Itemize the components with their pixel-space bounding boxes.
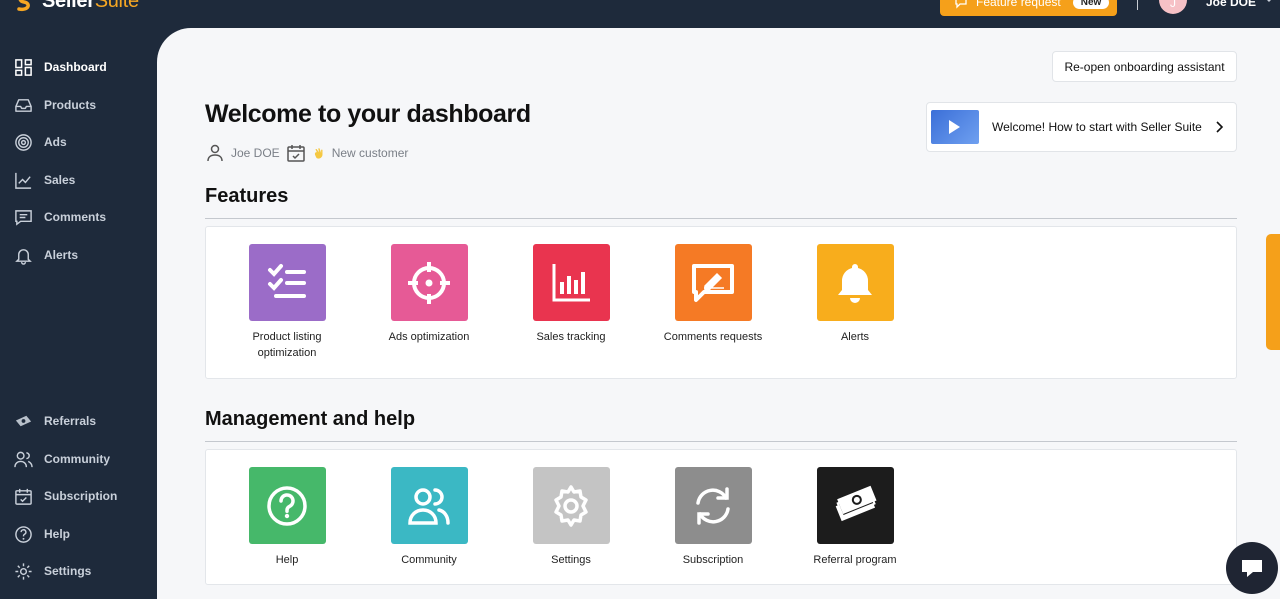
feature-tile-ads[interactable]: Ads optimization xyxy=(358,244,500,345)
management-tile-subscription[interactable]: Subscription xyxy=(642,467,784,568)
tile-label: Product listing optimization xyxy=(252,331,322,359)
sidebar-item-ads[interactable]: Ads xyxy=(0,127,157,157)
sidebar-item-subscription[interactable]: Subscription xyxy=(0,481,157,511)
onboarding-video-card[interactable]: Welcome! How to start with Seller Suite xyxy=(926,102,1237,152)
sidebar-item-label: Settings xyxy=(44,564,92,578)
management-tile-settings[interactable]: Settings xyxy=(500,467,642,568)
wave-hand-icon xyxy=(314,148,323,159)
sidebar-item-label: Ads xyxy=(44,135,67,149)
bell-icon xyxy=(15,248,32,265)
money-stack-icon xyxy=(816,467,894,544)
tile-label: Settings xyxy=(551,554,591,566)
sidebar-item-label: Alerts xyxy=(44,248,79,262)
chat-icon xyxy=(955,0,967,9)
sidebar-item-label: Products xyxy=(44,98,97,112)
tile-label: Alerts xyxy=(840,331,870,343)
management-panel: Help Community Settings Subscription Ref… xyxy=(205,449,1237,585)
sidebar-item-referrals[interactable]: Referrals xyxy=(0,406,157,436)
crosshair-icon xyxy=(390,244,468,321)
comment-icon xyxy=(15,209,32,226)
management-tile-help[interactable]: Help xyxy=(216,467,358,568)
question-icon xyxy=(15,525,32,543)
brand-logo[interactable]: SellerSuite xyxy=(14,0,139,13)
feedback-tab[interactable] xyxy=(1266,234,1280,350)
target-icon xyxy=(15,133,32,151)
reopen-onboarding-button[interactable]: Re-open onboarding assistant xyxy=(1052,51,1237,82)
tile-label: Referral program xyxy=(813,554,897,566)
sidebar-item-help[interactable]: Help xyxy=(0,519,157,549)
users-icon xyxy=(390,467,468,544)
sidebar-item-products[interactable]: Products xyxy=(0,90,157,120)
user-name[interactable]: Joe DOE xyxy=(1206,0,1256,9)
sidebar: Dashboard Products Ads Sales Comments Al… xyxy=(0,28,157,599)
feature-tile-comments[interactable]: Comments requests xyxy=(642,244,784,345)
user-meta: Joe DOE New customer xyxy=(205,143,408,163)
question-icon xyxy=(248,467,326,544)
main-content: Re-open onboarding assistant Welcome to … xyxy=(157,28,1280,599)
customer-status: New customer xyxy=(331,146,409,160)
refresh-icon xyxy=(674,467,752,544)
checklist-icon xyxy=(248,244,326,321)
gear-icon xyxy=(15,562,32,580)
chat-widget-button[interactable] xyxy=(1226,542,1278,594)
calendar-check-icon xyxy=(15,488,32,505)
video-thumbnail xyxy=(931,110,979,144)
play-icon xyxy=(949,120,960,134)
users-icon xyxy=(14,451,33,467)
features-panel: Product listing optimization Ads optimiz… xyxy=(205,226,1237,379)
header-divider xyxy=(1137,0,1138,10)
tile-label: Ads optimization xyxy=(388,331,470,343)
features-divider xyxy=(205,218,1237,219)
tile-label: Community xyxy=(401,554,457,566)
sidebar-item-label: Subscription xyxy=(44,489,118,503)
sidebar-item-settings[interactable]: Settings xyxy=(0,556,157,586)
sidebar-item-label: Comments xyxy=(44,210,107,224)
feature-request-button[interactable]: Feature request New xyxy=(940,0,1117,16)
sidebar-item-label: Sales xyxy=(44,173,76,187)
sidebar-item-alerts[interactable]: Alerts xyxy=(0,240,157,270)
bar-chart-icon xyxy=(532,244,610,321)
bell-icon xyxy=(816,244,894,321)
sidebar-item-sales[interactable]: Sales xyxy=(0,165,157,195)
feature-tile-product-listing[interactable]: Product listing optimization xyxy=(216,244,358,361)
management-divider xyxy=(205,441,1237,442)
page-title: Welcome to your dashboard xyxy=(205,100,531,128)
tile-label: Comments requests xyxy=(663,331,763,343)
feature-request-label: Feature request xyxy=(976,0,1061,9)
money-icon xyxy=(15,415,32,426)
user-icon xyxy=(207,144,223,162)
chevron-right-icon xyxy=(1216,121,1224,133)
avatar[interactable]: J xyxy=(1159,0,1187,14)
management-title: Management and help xyxy=(205,408,416,430)
meta-user-name: Joe DOE xyxy=(231,146,280,160)
chevron-down-icon[interactable] xyxy=(1264,0,1274,4)
sidebar-item-label: Help xyxy=(44,527,71,541)
tile-label: Sales tracking xyxy=(536,331,606,343)
sidebar-item-label: Dashboard xyxy=(44,60,107,74)
management-tile-community[interactable]: Community xyxy=(358,467,500,568)
chat-icon xyxy=(1242,560,1262,577)
edit-comment-icon xyxy=(674,244,752,321)
video-title: Welcome! How to start with Seller Suite xyxy=(992,120,1202,134)
management-tile-referral[interactable]: Referral program xyxy=(784,467,926,568)
calendar-check-icon xyxy=(286,145,305,162)
new-badge: New xyxy=(1072,0,1110,9)
logo-icon xyxy=(17,0,30,11)
inbox-icon xyxy=(15,98,32,112)
sidebar-item-comments[interactable]: Comments xyxy=(0,202,157,232)
line-chart-icon xyxy=(15,172,32,189)
top-bar: SellerSuite Feature request New J Joe DO… xyxy=(0,0,1280,28)
features-title: Features xyxy=(205,185,289,207)
tile-label: Help xyxy=(275,554,299,566)
sidebar-item-label: Referrals xyxy=(44,414,97,428)
sidebar-item-label: Community xyxy=(44,452,110,466)
gear-icon xyxy=(532,467,610,544)
sidebar-item-community[interactable]: Community xyxy=(0,444,157,474)
feature-tile-sales[interactable]: Sales tracking xyxy=(500,244,642,345)
sidebar-item-dashboard[interactable]: Dashboard xyxy=(0,52,157,82)
tile-label: Subscription xyxy=(682,554,744,566)
feature-tile-alerts[interactable]: Alerts xyxy=(784,244,926,345)
brand-name: SellerSuite xyxy=(42,0,139,12)
dashboard-icon xyxy=(15,58,32,76)
